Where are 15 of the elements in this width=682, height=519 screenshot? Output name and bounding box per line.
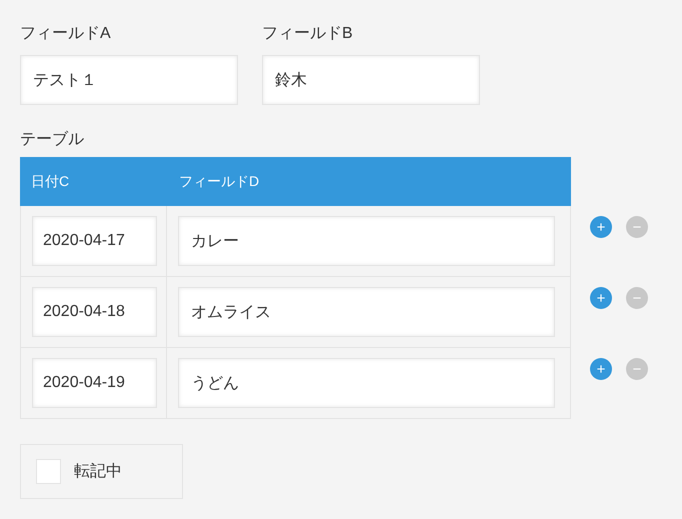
- input-field[interactable]: うどん: [178, 358, 555, 408]
- table-label: テーブル: [20, 130, 84, 150]
- input-field[interactable]: オムライス: [178, 287, 555, 337]
- column-header: 日付C: [30, 172, 70, 191]
- field-label: フィールドB: [262, 24, 354, 44]
- checkbox[interactable]: [36, 459, 61, 484]
- input-field[interactable]: カレー: [178, 216, 555, 266]
- date-field[interactable]: 2020-04-19: [32, 358, 157, 408]
- input-field[interactable]: 鈴木: [262, 55, 480, 105]
- date-field[interactable]: 2020-04-18: [32, 287, 157, 337]
- column-header: フィールドD: [178, 172, 260, 191]
- date-field[interactable]: 2020-04-17: [32, 216, 157, 266]
- checkbox-label: 転記中: [74, 462, 122, 482]
- field-label: フィールドA: [20, 24, 112, 44]
- input-field[interactable]: テスト１: [20, 55, 238, 105]
